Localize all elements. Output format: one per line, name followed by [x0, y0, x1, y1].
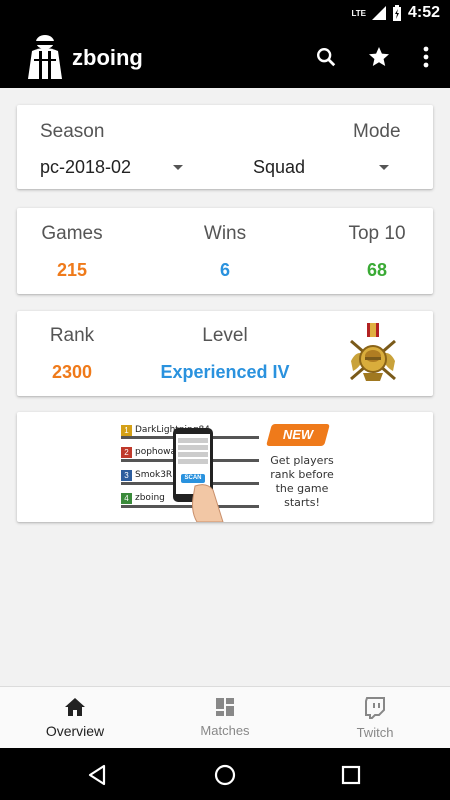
rank-label: Rank: [49, 325, 95, 346]
chevron-down-icon: [173, 165, 183, 170]
overflow-menu-button[interactable]: [410, 41, 442, 73]
tab-overview[interactable]: Overview: [0, 687, 150, 748]
home-button[interactable]: [212, 762, 238, 788]
promo-player-rank: 3: [121, 469, 132, 481]
app-title: zboing: [72, 45, 143, 70]
home-icon: [65, 698, 85, 716]
dashboard-icon: [216, 698, 234, 716]
promo-player-name: zboing: [135, 493, 165, 503]
stats-card: Games Wins Top 10 215 6 68: [17, 208, 433, 294]
more-vertical-icon: [423, 46, 429, 68]
favorite-button[interactable]: [363, 41, 395, 73]
network-type: LTE: [351, 8, 366, 18]
rank-badge-icon: [350, 323, 396, 381]
mode-value: Squad: [253, 156, 306, 177]
recents-button[interactable]: [338, 762, 364, 788]
wins-label: Wins: [203, 223, 247, 244]
games-label: Games: [41, 223, 103, 244]
rank-value: 2300: [51, 362, 93, 382]
tab-matches-label: Matches: [200, 723, 250, 738]
tab-twitch-label: Twitch: [356, 725, 394, 740]
top10-value: 68: [366, 260, 388, 280]
star-icon: [369, 47, 389, 66]
promo-banner[interactable]: 1 DarkLightning84 2 pophowa 3 Smok3R 4 z…: [17, 412, 433, 522]
chevron-down-icon: [379, 165, 389, 170]
promo-player-rank: 4: [121, 492, 132, 504]
filter-card: Season Mode pc-2018-02 Squad: [17, 105, 433, 189]
recents-square-icon: [341, 765, 361, 785]
battery-icon: [392, 5, 401, 21]
promo-player-row: 4 zboing: [121, 491, 165, 505]
promo-player-rank: 2: [121, 446, 132, 458]
signal-icon: [371, 6, 386, 20]
level-label: Level: [202, 325, 248, 346]
system-navigation-bar: [0, 748, 450, 800]
season-value: pc-2018-02: [40, 156, 132, 177]
bottom-navigation: Overview Matches Twitch: [0, 686, 450, 748]
search-icon: [317, 48, 336, 67]
search-button[interactable]: [310, 41, 342, 73]
tab-twitch[interactable]: Twitch: [300, 687, 450, 748]
app-bar: zboing: [0, 26, 450, 88]
mode-select[interactable]: Squad: [253, 152, 393, 182]
wins-value: 6: [219, 260, 231, 280]
app-logo: [28, 35, 62, 79]
promo-player-rank: 1: [121, 424, 132, 436]
status-bar: LTE 4:52: [0, 0, 450, 26]
promo-scan-label: SCAN: [184, 475, 202, 481]
top10-label: Top 10: [348, 223, 406, 244]
season-label: Season: [40, 121, 105, 142]
back-triangle-icon: [88, 764, 106, 786]
promo-text: Get players rank before the game starts!: [270, 454, 334, 509]
new-badge-label: NEW: [282, 427, 314, 442]
promo-player-row: 3 Smok3R: [121, 468, 172, 482]
phone-hand-illustration: [173, 428, 224, 522]
tab-matches[interactable]: Matches: [150, 687, 300, 748]
clock: 4:52: [407, 4, 440, 21]
level-value: Experienced IV: [160, 362, 290, 382]
rank-card: Rank Level 2300 Experienced IV: [17, 311, 433, 396]
season-select[interactable]: pc-2018-02: [40, 152, 190, 182]
twitch-icon: [365, 697, 385, 719]
tab-overview-label: Overview: [45, 723, 105, 739]
back-button[interactable]: [84, 762, 110, 788]
games-value: 215: [56, 260, 88, 280]
mode-label: Mode: [353, 121, 401, 142]
home-circle-icon: [214, 764, 236, 786]
